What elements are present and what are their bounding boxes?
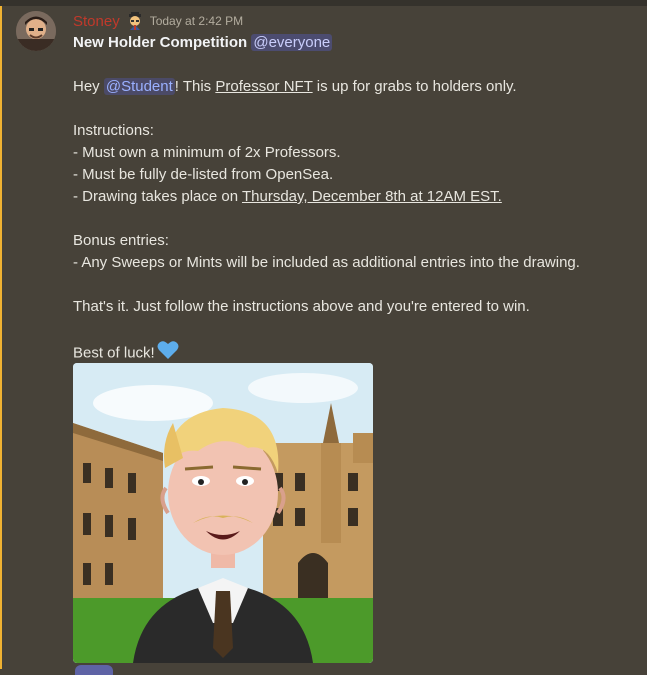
student-mention[interactable]: @Student <box>103 78 175 95</box>
intro-prefix: Hey <box>73 78 104 95</box>
instructions-heading: Instructions: <box>73 122 154 139</box>
reaction-button[interactable] <box>75 665 113 675</box>
professor-nft-link[interactable]: Professor NFT <box>215 78 312 95</box>
signoff-text: Best of luck! <box>73 344 155 362</box>
instruction-item: - Must own a minimum of 2x Professors. <box>73 144 341 161</box>
chat-message[interactable]: Stoney Today at 2:42 PM New Holder Compe… <box>0 6 647 675</box>
drawing-date: Thursday, December 8th at 12AM EST. <box>241 188 502 205</box>
instruction-item: - Drawing takes place on Thursday, Decem… <box>73 186 633 208</box>
message-content: New Holder Competition @everyone Hey @St… <box>73 32 633 362</box>
message-title: New Holder Competition <box>73 34 248 51</box>
intro-middle: ! This <box>174 78 216 95</box>
message-title-line: New Holder Competition @everyone <box>73 32 633 54</box>
instruction-prefix: - Drawing takes place on <box>73 188 242 205</box>
professor-icon <box>126 12 144 30</box>
signoff-line: Best of luck! <box>73 340 633 362</box>
professor-nft-image[interactable] <box>73 363 373 663</box>
bonus-heading: Bonus entries: <box>73 232 169 249</box>
bonus-item: - Any Sweeps or Mints will be included a… <box>73 254 580 271</box>
avatar[interactable] <box>16 11 56 51</box>
intro-line: Hey @Student! This Professor NFT is up f… <box>73 76 633 98</box>
everyone-mention[interactable]: @everyone <box>251 34 333 51</box>
username[interactable]: Stoney <box>73 13 120 30</box>
timestamp: Today at 2:42 PM <box>149 14 244 28</box>
closing-line: That's it. Just follow the instructions … <box>73 298 530 315</box>
message-header: Stoney Today at 2:42 PM <box>73 11 243 31</box>
intro-suffix: is up for grabs to holders only. <box>312 78 517 95</box>
instruction-item: - Must be fully de-listed from OpenSea. <box>73 166 334 183</box>
